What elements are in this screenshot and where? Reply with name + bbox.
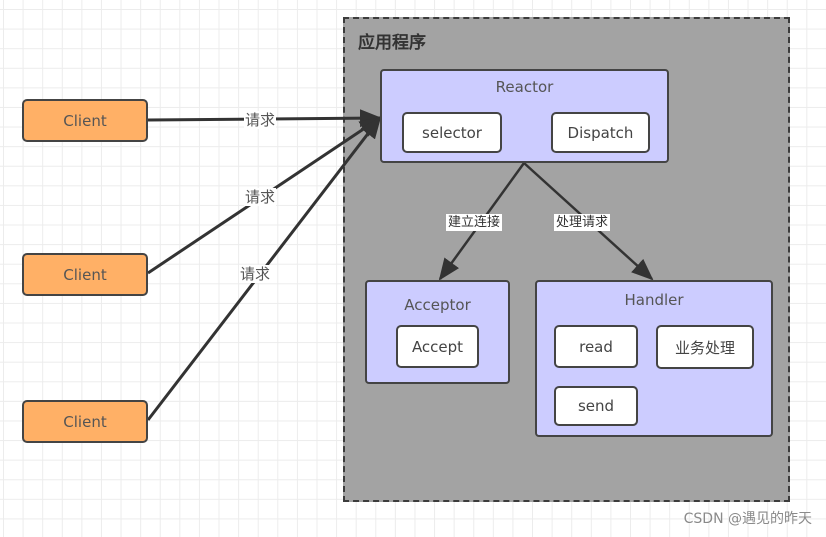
selector-node[interactable]: selector: [402, 112, 502, 153]
accept-label: Accept: [411, 337, 464, 356]
edge-label-connect: 建立连接: [446, 214, 503, 231]
selector-label: selector: [422, 123, 482, 142]
read-label: read: [579, 337, 613, 356]
edge-label-client1: 请求: [244, 111, 277, 129]
client-label: Client: [63, 265, 107, 284]
acceptor-title: Acceptor: [404, 296, 471, 314]
send-label: send: [577, 397, 615, 415]
watermark: CSDN @遇见的昨天: [683, 511, 812, 527]
reactor-title: Reactor: [495, 78, 554, 96]
read-node[interactable]: read: [554, 325, 638, 368]
client-label: Client: [63, 412, 107, 431]
edge-label-handle: 处理请求: [554, 214, 611, 231]
dispatch-label: Dispatch: [567, 123, 634, 142]
edge-label-client3: 请求: [239, 265, 272, 283]
client-label: Client: [63, 111, 107, 130]
edge-label-client2: 请求: [244, 188, 277, 206]
client-node-3[interactable]: Client: [22, 400, 148, 443]
dispatch-node[interactable]: Dispatch: [551, 112, 650, 153]
client-node-1[interactable]: Client: [22, 99, 148, 142]
handler-title: Handler: [624, 291, 684, 309]
business-label: 业务处理: [674, 338, 735, 357]
business-node[interactable]: 业务处理: [656, 325, 754, 369]
accept-node[interactable]: Accept: [396, 325, 479, 368]
send-node[interactable]: send: [554, 386, 638, 426]
client-node-2[interactable]: Client: [22, 253, 148, 296]
